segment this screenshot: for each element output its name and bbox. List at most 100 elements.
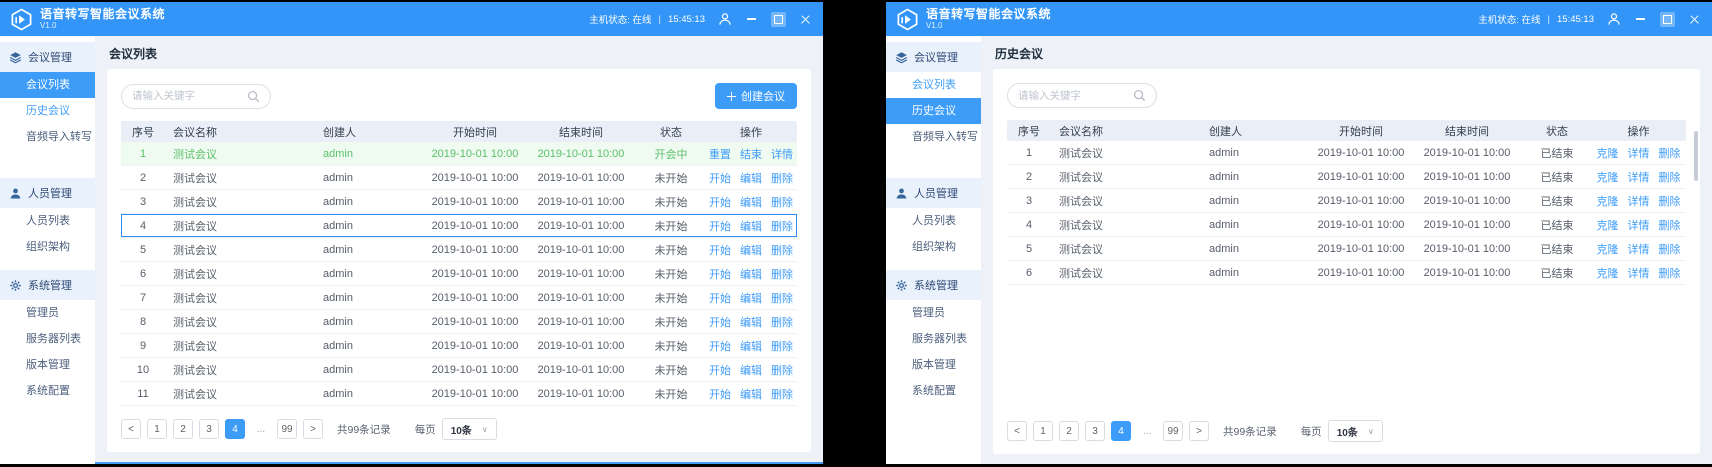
search-input[interactable] bbox=[132, 90, 241, 102]
row-action-2[interactable]: 编辑 bbox=[740, 314, 762, 330]
row-action-3[interactable]: 删除 bbox=[1659, 145, 1681, 161]
table-row[interactable]: 1 测试会议 admin 2019-10-01 10:00 2019-10-01… bbox=[121, 142, 797, 166]
sidebar-item-system-config[interactable]: 系统配置 bbox=[0, 378, 95, 404]
page-button[interactable]: 2 bbox=[173, 419, 193, 439]
row-action-1[interactable]: 克隆 bbox=[1597, 241, 1619, 257]
row-action-2[interactable]: 编辑 bbox=[740, 338, 762, 354]
page-button[interactable]: 1 bbox=[1033, 421, 1053, 441]
sidebar-section-personnel-management[interactable]: 人员管理 bbox=[0, 178, 95, 208]
page-button[interactable]: 1 bbox=[147, 419, 167, 439]
row-action-2[interactable]: 详情 bbox=[1628, 145, 1650, 161]
page-button[interactable]: ... bbox=[251, 419, 271, 439]
page-button[interactable]: 3 bbox=[1085, 421, 1105, 441]
sidebar-item-audio-import[interactable]: 音频导入转写 bbox=[886, 124, 981, 150]
sidebar-item-admin[interactable]: 管理员 bbox=[0, 300, 95, 326]
row-action-3[interactable]: 删除 bbox=[1659, 265, 1681, 281]
page-button[interactable]: 4 bbox=[225, 419, 245, 439]
next-page-button[interactable]: > bbox=[303, 419, 323, 439]
table-row[interactable]: 5 测试会议 admin 2019-10-01 10:00 2019-10-01… bbox=[121, 238, 797, 262]
sidebar-section-system-management[interactable]: 系统管理 bbox=[886, 270, 981, 300]
sidebar-item-personnel-list[interactable]: 人员列表 bbox=[0, 208, 95, 234]
row-action-1[interactable]: 克隆 bbox=[1597, 169, 1619, 185]
row-action-1[interactable]: 克隆 bbox=[1597, 265, 1619, 281]
table-row[interactable]: 4 测试会议 admin 2019-10-01 10:00 2019-10-01… bbox=[1007, 213, 1686, 237]
row-action-2[interactable]: 编辑 bbox=[740, 266, 762, 282]
row-action-3[interactable]: 删除 bbox=[771, 242, 793, 258]
search-icon[interactable] bbox=[247, 90, 260, 103]
row-action-1[interactable]: 开始 bbox=[709, 218, 731, 234]
table-row[interactable]: 5 测试会议 admin 2019-10-01 10:00 2019-10-01… bbox=[1007, 237, 1686, 261]
row-action-3[interactable]: 删除 bbox=[771, 386, 793, 402]
table-row[interactable]: 1 测试会议 admin 2019-10-01 10:00 2019-10-01… bbox=[1007, 141, 1686, 165]
page-button[interactable]: 99 bbox=[277, 419, 297, 439]
sidebar-item-org-structure[interactable]: 组织架构 bbox=[886, 234, 981, 260]
row-action-3[interactable]: 删除 bbox=[771, 170, 793, 186]
row-action-2[interactable]: 编辑 bbox=[740, 242, 762, 258]
row-action-2[interactable]: 编辑 bbox=[740, 194, 762, 210]
table-row[interactable]: 6 测试会议 admin 2019-10-01 10:00 2019-10-01… bbox=[121, 262, 797, 286]
page-button[interactable]: 4 bbox=[1111, 421, 1131, 441]
row-action-3[interactable]: 删除 bbox=[771, 218, 793, 234]
row-action-2[interactable]: 编辑 bbox=[740, 170, 762, 186]
sidebar-item-version-management[interactable]: 版本管理 bbox=[886, 352, 981, 378]
sidebar-item-meeting-list[interactable]: 会议列表 bbox=[0, 72, 95, 98]
row-action-2[interactable]: 详情 bbox=[1628, 193, 1650, 209]
row-action-1[interactable]: 开始 bbox=[709, 362, 731, 378]
sidebar-item-server-list[interactable]: 服务器列表 bbox=[886, 326, 981, 352]
row-action-3[interactable]: 删除 bbox=[1659, 217, 1681, 233]
row-action-2[interactable]: 详情 bbox=[1628, 169, 1650, 185]
sidebar-section-meeting-management[interactable]: 会议管理 bbox=[0, 42, 95, 72]
sidebar-item-server-list[interactable]: 服务器列表 bbox=[0, 326, 95, 352]
page-size-select[interactable]: 10条 ∨ bbox=[442, 418, 497, 440]
search-icon[interactable] bbox=[1133, 89, 1146, 102]
page-button[interactable]: 2 bbox=[1059, 421, 1079, 441]
page-button[interactable]: 99 bbox=[1163, 421, 1183, 441]
row-action-3[interactable]: 删除 bbox=[1659, 241, 1681, 257]
create-meeting-button[interactable]: 创建会议 bbox=[715, 83, 797, 109]
row-action-3[interactable]: 删除 bbox=[771, 194, 793, 210]
row-action-2[interactable]: 编辑 bbox=[740, 218, 762, 234]
table-row[interactable]: 2 测试会议 admin 2019-10-01 10:00 2019-10-01… bbox=[121, 166, 797, 190]
row-action-2[interactable]: 结束 bbox=[740, 146, 762, 162]
table-row[interactable]: 3 测试会议 admin 2019-10-01 10:00 2019-10-01… bbox=[1007, 189, 1686, 213]
row-action-1[interactable]: 重置 bbox=[709, 146, 731, 162]
row-action-3[interactable]: 删除 bbox=[771, 266, 793, 282]
prev-page-button[interactable]: < bbox=[1007, 421, 1027, 441]
row-action-2[interactable]: 详情 bbox=[1628, 265, 1650, 281]
row-action-2[interactable]: 详情 bbox=[1628, 217, 1650, 233]
scrollbar[interactable] bbox=[1694, 131, 1698, 181]
row-action-1[interactable]: 开始 bbox=[709, 386, 731, 402]
next-page-button[interactable]: > bbox=[1189, 421, 1209, 441]
sidebar-section-personnel-management[interactable]: 人员管理 bbox=[886, 178, 981, 208]
prev-page-button[interactable]: < bbox=[121, 419, 141, 439]
sidebar-item-org-structure[interactable]: 组织架构 bbox=[0, 234, 95, 260]
table-row[interactable]: 7 测试会议 admin 2019-10-01 10:00 2019-10-01… bbox=[121, 286, 797, 310]
row-action-2[interactable]: 编辑 bbox=[740, 386, 762, 402]
row-action-3[interactable]: 删除 bbox=[771, 290, 793, 306]
row-action-2[interactable]: 编辑 bbox=[740, 362, 762, 378]
row-action-1[interactable]: 克隆 bbox=[1597, 145, 1619, 161]
row-action-1[interactable]: 克隆 bbox=[1597, 193, 1619, 209]
row-action-2[interactable]: 编辑 bbox=[740, 290, 762, 306]
user-icon[interactable] bbox=[718, 12, 732, 26]
table-row[interactable]: 6 测试会议 admin 2019-10-01 10:00 2019-10-01… bbox=[1007, 261, 1686, 285]
table-row[interactable]: 10 测试会议 admin 2019-10-01 10:00 2019-10-0… bbox=[121, 358, 797, 382]
close-button[interactable] bbox=[798, 12, 813, 27]
sidebar-item-admin[interactable]: 管理员 bbox=[886, 300, 981, 326]
table-row[interactable]: 2 测试会议 admin 2019-10-01 10:00 2019-10-01… bbox=[1007, 165, 1686, 189]
table-row[interactable]: 8 测试会议 admin 2019-10-01 10:00 2019-10-01… bbox=[121, 310, 797, 334]
row-action-1[interactable]: 开始 bbox=[709, 290, 731, 306]
search-input[interactable] bbox=[1018, 90, 1127, 102]
minimize-button[interactable] bbox=[1633, 12, 1648, 27]
page-button[interactable]: 3 bbox=[199, 419, 219, 439]
table-row[interactable]: 9 测试会议 admin 2019-10-01 10:00 2019-10-01… bbox=[121, 334, 797, 358]
row-action-3[interactable]: 详情 bbox=[771, 146, 793, 162]
row-action-3[interactable]: 删除 bbox=[771, 362, 793, 378]
page-button[interactable]: ... bbox=[1137, 421, 1157, 441]
sidebar-item-history-meetings[interactable]: 历史会议 bbox=[0, 98, 95, 124]
row-action-1[interactable]: 开始 bbox=[709, 170, 731, 186]
table-row[interactable]: 3 测试会议 admin 2019-10-01 10:00 2019-10-01… bbox=[121, 190, 797, 214]
row-action-1[interactable]: 开始 bbox=[709, 194, 731, 210]
maximize-button[interactable] bbox=[1660, 12, 1675, 27]
close-button[interactable] bbox=[1687, 12, 1702, 27]
